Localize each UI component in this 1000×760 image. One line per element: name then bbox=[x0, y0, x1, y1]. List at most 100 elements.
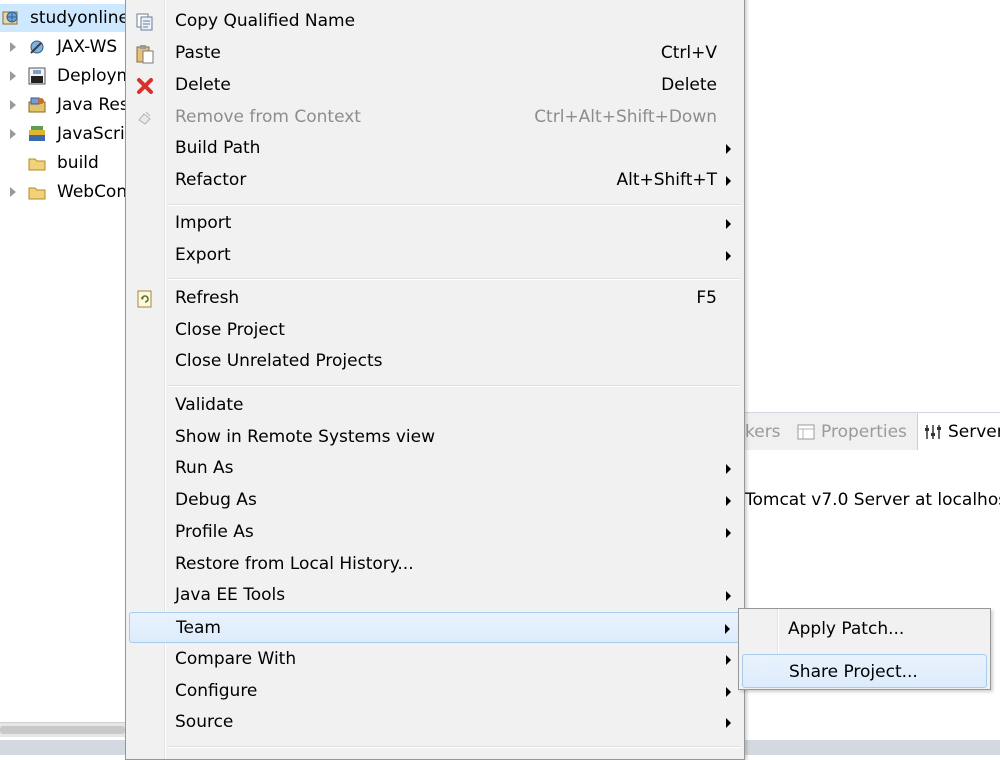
menu-item-label: Source bbox=[175, 712, 234, 732]
menu-item-label: Close Project bbox=[175, 320, 285, 340]
menu-item-label: Team bbox=[176, 618, 221, 638]
menu-item-java-ee-tools[interactable]: Java EE Tools bbox=[129, 580, 741, 611]
context-menu: Copy Qualified Name Paste Ctrl+V Delete … bbox=[125, 0, 745, 760]
tree-item-label: studyonline bbox=[30, 8, 128, 28]
menu-item-shortcut: F5 bbox=[696, 288, 717, 308]
menu-separator bbox=[168, 278, 740, 280]
expand-arrow-icon[interactable] bbox=[10, 129, 16, 139]
menu-item-label: Refactor bbox=[175, 170, 247, 190]
menu-item-import[interactable]: Import bbox=[129, 208, 741, 239]
menu-item-debug-as[interactable]: Debug As bbox=[129, 485, 741, 516]
submenu-arrow-icon bbox=[725, 624, 730, 634]
menu-item-label: Import bbox=[175, 213, 232, 233]
tree-item-label: JAX-WS bbox=[57, 37, 118, 57]
tree-item-label: build bbox=[57, 153, 99, 173]
submenu-arrow-icon bbox=[726, 464, 731, 474]
project-explorer-tree: studyonline JAX-WS Deploym Java Res Java… bbox=[0, 0, 128, 745]
tab-markers[interactable]: kers bbox=[745, 413, 781, 451]
submenu-arrow-icon bbox=[726, 251, 731, 261]
menu-item-label: Delete bbox=[175, 75, 231, 95]
menu-item-restore-from-local-history[interactable]: Restore from Local History... bbox=[129, 549, 741, 580]
menu-item-label: Close Unrelated Projects bbox=[175, 351, 383, 371]
menu-item-label: Export bbox=[175, 245, 231, 265]
menu-separator bbox=[168, 385, 740, 387]
submenu-arrow-icon bbox=[726, 655, 731, 665]
menu-item-label: Java EE Tools bbox=[175, 585, 286, 605]
tab-markers-label: kers bbox=[745, 422, 781, 442]
views-tab-bar: kers Properties Server bbox=[745, 412, 1000, 451]
expand-arrow-icon[interactable] bbox=[10, 42, 16, 52]
menu-item-delete[interactable]: Delete Delete bbox=[129, 70, 741, 101]
submenu-arrow-icon bbox=[726, 219, 731, 229]
menu-item-remove-from-context: Remove from Context Ctrl+Alt+Shift+Down bbox=[129, 102, 741, 133]
menu-item-label: Share Project... bbox=[789, 662, 918, 682]
menu-item-label: Validate bbox=[175, 395, 244, 415]
expand-arrow-icon[interactable] bbox=[10, 187, 16, 197]
menu-item-profile-as[interactable]: Profile As bbox=[129, 517, 741, 548]
server-entry-tomcat[interactable]: Tomcat v7.0 Server at localhost bbox=[745, 490, 1000, 510]
deployment-descriptor-icon bbox=[28, 67, 46, 85]
expand-arrow-icon[interactable] bbox=[10, 71, 16, 81]
folder-icon bbox=[28, 158, 46, 171]
menu-item-label: Refresh bbox=[175, 288, 240, 308]
menu-item-apply-patch[interactable]: Apply Patch... bbox=[742, 612, 987, 646]
scrollbar-thumb[interactable] bbox=[0, 726, 125, 734]
java-resources-icon bbox=[28, 97, 46, 113]
servers-icon bbox=[925, 425, 941, 439]
menu-item-show-in-remote-systems[interactable]: Show in Remote Systems view bbox=[129, 422, 741, 453]
menu-item-shortcut: Alt+Shift+T bbox=[616, 170, 717, 190]
menu-item-configure[interactable]: Configure bbox=[129, 676, 741, 707]
menu-item-run-as[interactable]: Run As bbox=[129, 453, 741, 484]
menu-item-label: Restore from Local History... bbox=[175, 554, 414, 574]
menu-item-shortcut: Ctrl+V bbox=[660, 43, 717, 63]
submenu-arrow-icon bbox=[726, 144, 731, 154]
paste-icon bbox=[136, 45, 154, 64]
tree-item-label: WebCon bbox=[57, 182, 128, 202]
folder-icon bbox=[28, 187, 46, 200]
team-submenu: Apply Patch... Share Project... bbox=[738, 608, 991, 690]
horizontal-scrollbar[interactable] bbox=[0, 722, 128, 737]
menu-item-close-unrelated-projects[interactable]: Close Unrelated Projects bbox=[129, 346, 741, 377]
menu-item-label: Copy Qualified Name bbox=[175, 11, 356, 31]
tree-item-label: Deploym bbox=[57, 66, 128, 86]
menu-item-close-project[interactable]: Close Project bbox=[129, 315, 741, 346]
submenu-arrow-icon bbox=[726, 718, 731, 728]
copy-qualified-name-icon bbox=[136, 13, 153, 31]
menu-item-compare-with[interactable]: Compare With bbox=[129, 644, 741, 675]
submenu-arrow-icon bbox=[726, 496, 731, 506]
menu-item-label: Profile As bbox=[175, 522, 254, 542]
menu-item-copy-qualified-name[interactable]: Copy Qualified Name bbox=[129, 6, 741, 37]
delete-icon bbox=[137, 78, 153, 94]
menu-item-validate[interactable]: Validate bbox=[129, 390, 741, 421]
tab-servers-label: Server bbox=[948, 422, 1000, 442]
menu-item-refresh[interactable]: Refresh F5 bbox=[129, 283, 741, 314]
menu-item-refactor[interactable]: Refactor Alt+Shift+T bbox=[129, 165, 741, 196]
menu-item-share-project[interactable]: Share Project... bbox=[742, 654, 987, 688]
menu-item-export[interactable]: Export bbox=[129, 240, 741, 271]
tree-item-label: JavaScri bbox=[57, 124, 125, 144]
menu-item-build-path[interactable]: Build Path bbox=[129, 133, 741, 164]
menu-item-team[interactable]: Team bbox=[129, 612, 741, 643]
menu-item-label: Debug As bbox=[175, 490, 257, 510]
menu-item-paste[interactable]: Paste Ctrl+V bbox=[129, 38, 741, 69]
menu-item-shortcut: Ctrl+Alt+Shift+Down bbox=[534, 107, 717, 127]
submenu-arrow-icon bbox=[726, 528, 731, 538]
refresh-icon bbox=[137, 290, 152, 308]
servers-view: Tomcat v7.0 Server at localhost bbox=[745, 450, 1000, 740]
menu-separator bbox=[168, 204, 740, 206]
menu-separator bbox=[168, 746, 740, 748]
menu-item-label: Show in Remote Systems view bbox=[175, 427, 435, 447]
tree-item-label: Java Res bbox=[57, 95, 128, 115]
javascript-resources-icon bbox=[29, 126, 45, 141]
menu-item-label: Paste bbox=[175, 43, 221, 63]
menu-item-source[interactable]: Source bbox=[129, 707, 741, 738]
menu-item-label: Remove from Context bbox=[175, 107, 361, 127]
dynamic-web-project-icon bbox=[2, 11, 18, 25]
expand-arrow-icon[interactable] bbox=[10, 100, 16, 110]
properties-icon bbox=[797, 424, 815, 440]
tab-servers[interactable]: Server bbox=[917, 413, 1000, 451]
web-services-icon bbox=[30, 40, 44, 54]
tree-item-studyonline[interactable]: studyonline bbox=[0, 4, 128, 32]
tab-properties[interactable]: Properties bbox=[793, 413, 907, 451]
remove-context-icon bbox=[138, 111, 151, 125]
